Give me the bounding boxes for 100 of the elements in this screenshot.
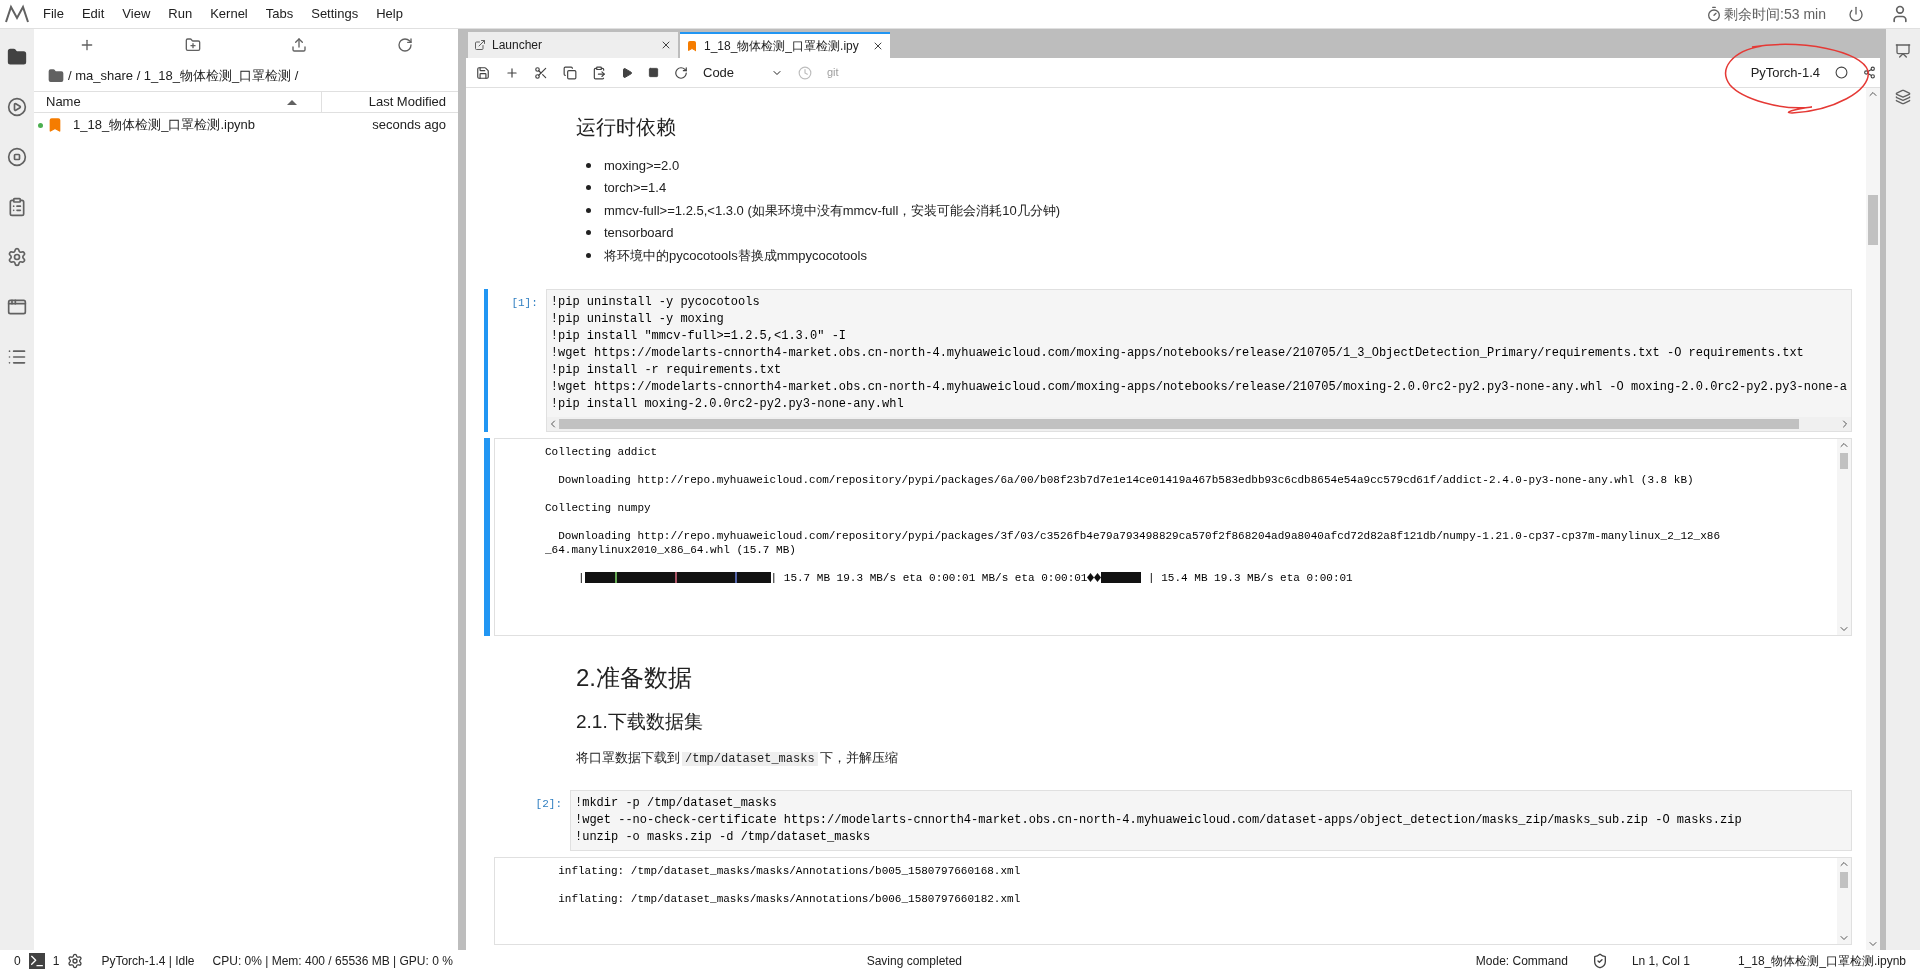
cut-icon[interactable] [534,65,548,80]
column-header[interactable]: Name [34,92,322,112]
settings-icon[interactable] [7,247,27,267]
new-launcher-icon[interactable] [79,37,95,53]
resource-usage: CPU: 0% | Mem: 400 / 65536 MB | GPU: 0 % [212,953,453,970]
list-icon[interactable] [7,347,27,367]
menu-item[interactable]: Run [159,4,202,24]
scroll-thumb[interactable] [1840,452,1848,469]
menu-item[interactable]: Settings [302,4,368,24]
status-file-name: 1_18_物体检测_口罩检测.ipynb [1737,953,1906,970]
output-line: Collecting addict [545,445,658,458]
new-folder-icon[interactable] [185,37,201,53]
menu-item[interactable]: Edit [72,4,114,24]
run-icon[interactable] [621,66,633,79]
folder-icon [48,68,64,84]
kernel-status[interactable]: PyTorch-1.4 | Idle [101,952,195,970]
code-line: !pip install "mmcv-full>=1.2.5,<1.3.0" -I [550,327,847,345]
bullet-icon [586,252,591,258]
tabs-icon[interactable] [7,297,27,317]
cell-prompt: [1]: [510,295,539,311]
running-icon[interactable] [7,97,27,117]
file-modified: seconds ago [372,116,446,135]
layers-icon[interactable] [1895,89,1911,105]
output-line: | [577,570,585,585]
code-line: !unzip -o masks.zip -d /tmp/dataset_masks [575,829,871,846]
file-name: 1_18_物体检测_口罩检测.ipynb [73,116,257,135]
markdown-heading: 运行时依赖 [576,115,677,140]
column-header[interactable]: Last Modified [322,92,458,112]
copy-icon[interactable] [563,65,577,80]
notebook-icon [686,40,698,52]
code-editor[interactable] [570,790,1852,851]
menu-item[interactable]: Tabs [256,4,303,24]
paste-icon[interactable] [592,65,606,80]
menu-item[interactable]: File [34,4,73,24]
markdown-subheading: 2.1.下载数据集 [576,709,704,734]
list-item: tensorboard [604,224,674,242]
shield-icon[interactable] [1591,953,1608,969]
code-line: !mkdir -p /tmp/dataset_masks [575,795,777,812]
output-line: | 15.7 MB 19.3 MB/s eta 0:00:01 MB/s eta 0:00:01 [770,570,1088,585]
folder-icon[interactable] [7,47,27,67]
file-row[interactable]: 1_18_物体检测_口罩检测.ipynb seconds ago [34,113,458,137]
upload-icon[interactable] [291,37,307,53]
cell-type-select[interactable]: Code [703,62,783,83]
menu-item[interactable]: Kernel [201,4,257,24]
property-inspector-icon[interactable] [1895,43,1911,59]
logo-icon [4,4,30,24]
close-icon[interactable] [660,39,672,51]
code-line: !pip install -r requirements.txt [550,361,782,379]
markdown-paragraph: 将口罩数据下载到 /tmp/dataset_masks 下，并解压缩 [576,749,899,768]
kernel-count[interactable]: 1 [52,952,60,970]
output-line: Downloading http://repo.myhuaweicloud.com/repository/pypi/packages/6a/00/b08f23b7d7e1e14ce01419a467b583edbb93c6cdb8654e54a9cc579cd61f/addict-2.4.0-py3-none-any.whl (3.8 kB) [557,473,1694,486]
scrollbar[interactable] [1837,858,1851,944]
share-icon[interactable] [1863,66,1876,79]
code-line: !pip uninstall -y moxing [550,310,724,328]
output-line: inflating: /tmp/dataset_masks/masks/Annotations/b005_1580797660168.xml [557,865,1021,877]
kernel-name[interactable]: PyTorch-1.4 [1750,62,1820,83]
stop-icon[interactable] [7,147,27,167]
scrollbar[interactable] [1837,438,1851,635]
menu-item[interactable]: View [113,4,160,24]
menu-item[interactable]: Help [367,4,412,24]
stop-icon[interactable] [648,67,659,78]
output-line: inflating: /tmp/dataset_masks/masks/Annotations/b006_1580797660182.xml [557,893,1021,905]
list-item: torch>=1.4 [604,179,667,197]
notebook-icon [47,117,63,133]
breadcrumb[interactable]: / ma_share / 1_18_物体检测_口罩检测 / [68,66,299,86]
code-editor[interactable] [545,288,1852,432]
terminal-icon[interactable] [28,953,45,969]
terminal-count[interactable]: 0 [14,952,21,970]
bullet-icon [586,207,591,213]
scroll-thumb[interactable] [1868,195,1878,245]
tab[interactable]: Launcher [468,32,678,58]
output-line: Collecting numpy [545,501,651,514]
restart-icon[interactable] [674,65,688,80]
add-cell-icon[interactable] [505,65,519,80]
code-line: !wget https://modelarts-cnnorth4-market.obs.cn-north-4.myhuaweicloud.com/moxing-apps/notebooks/release/210705/moxing-2.0.0rc2-py2.py3-none-any.whl -O moxing-2.0.0rc2-py2.py3-none-a [550,378,1847,396]
output-line: | 15.4 MB 19.3 MB/s eta 0:00:01 [1147,570,1353,585]
gear-icon[interactable] [67,953,84,969]
power-icon[interactable] [1848,6,1864,22]
tab[interactable]: 1_18_物体检测_口罩检测.ipy [680,32,890,58]
commands-icon[interactable] [7,197,27,217]
scrollbar[interactable] [1866,88,1880,950]
close-icon[interactable] [872,40,884,52]
scroll-thumb[interactable] [1840,872,1848,888]
code-line: !pip uninstall -y pycocotools [550,293,760,311]
user-icon[interactable] [1890,4,1910,24]
save-icon[interactable] [476,65,490,80]
bullet-icon [586,230,591,236]
bullet-icon [586,185,591,191]
cell-prompt: [2]: [534,797,563,812]
refresh-icon[interactable] [397,37,413,53]
status-message: Saving completed [865,953,964,970]
cursor-position[interactable]: Ln 1, Col 1 [1631,952,1690,970]
markdown-heading: 2.准备数据 [576,662,693,693]
list-item: moxing>=2.0 [604,156,680,175]
list-item: mmcv-full>=1.2.5,<1.3.0 (如果环境中没有mmcv-full，安装可能会消耗10几分钟) [604,201,1061,220]
bullet-icon [586,162,591,168]
code-line: !wget https://modelarts-cnnorth4-market.obs.cn-north-4.myhuaweicloud.com/moxing-apps/notebooks/release/210705/1_3_ObjectDetection_Primary/requirements.txt -O requirements.txt [550,344,1804,362]
notebook-mode[interactable]: Mode: Command [1475,952,1568,970]
sort-icon [287,99,297,105]
kernel-status-icon[interactable] [1835,66,1848,79]
